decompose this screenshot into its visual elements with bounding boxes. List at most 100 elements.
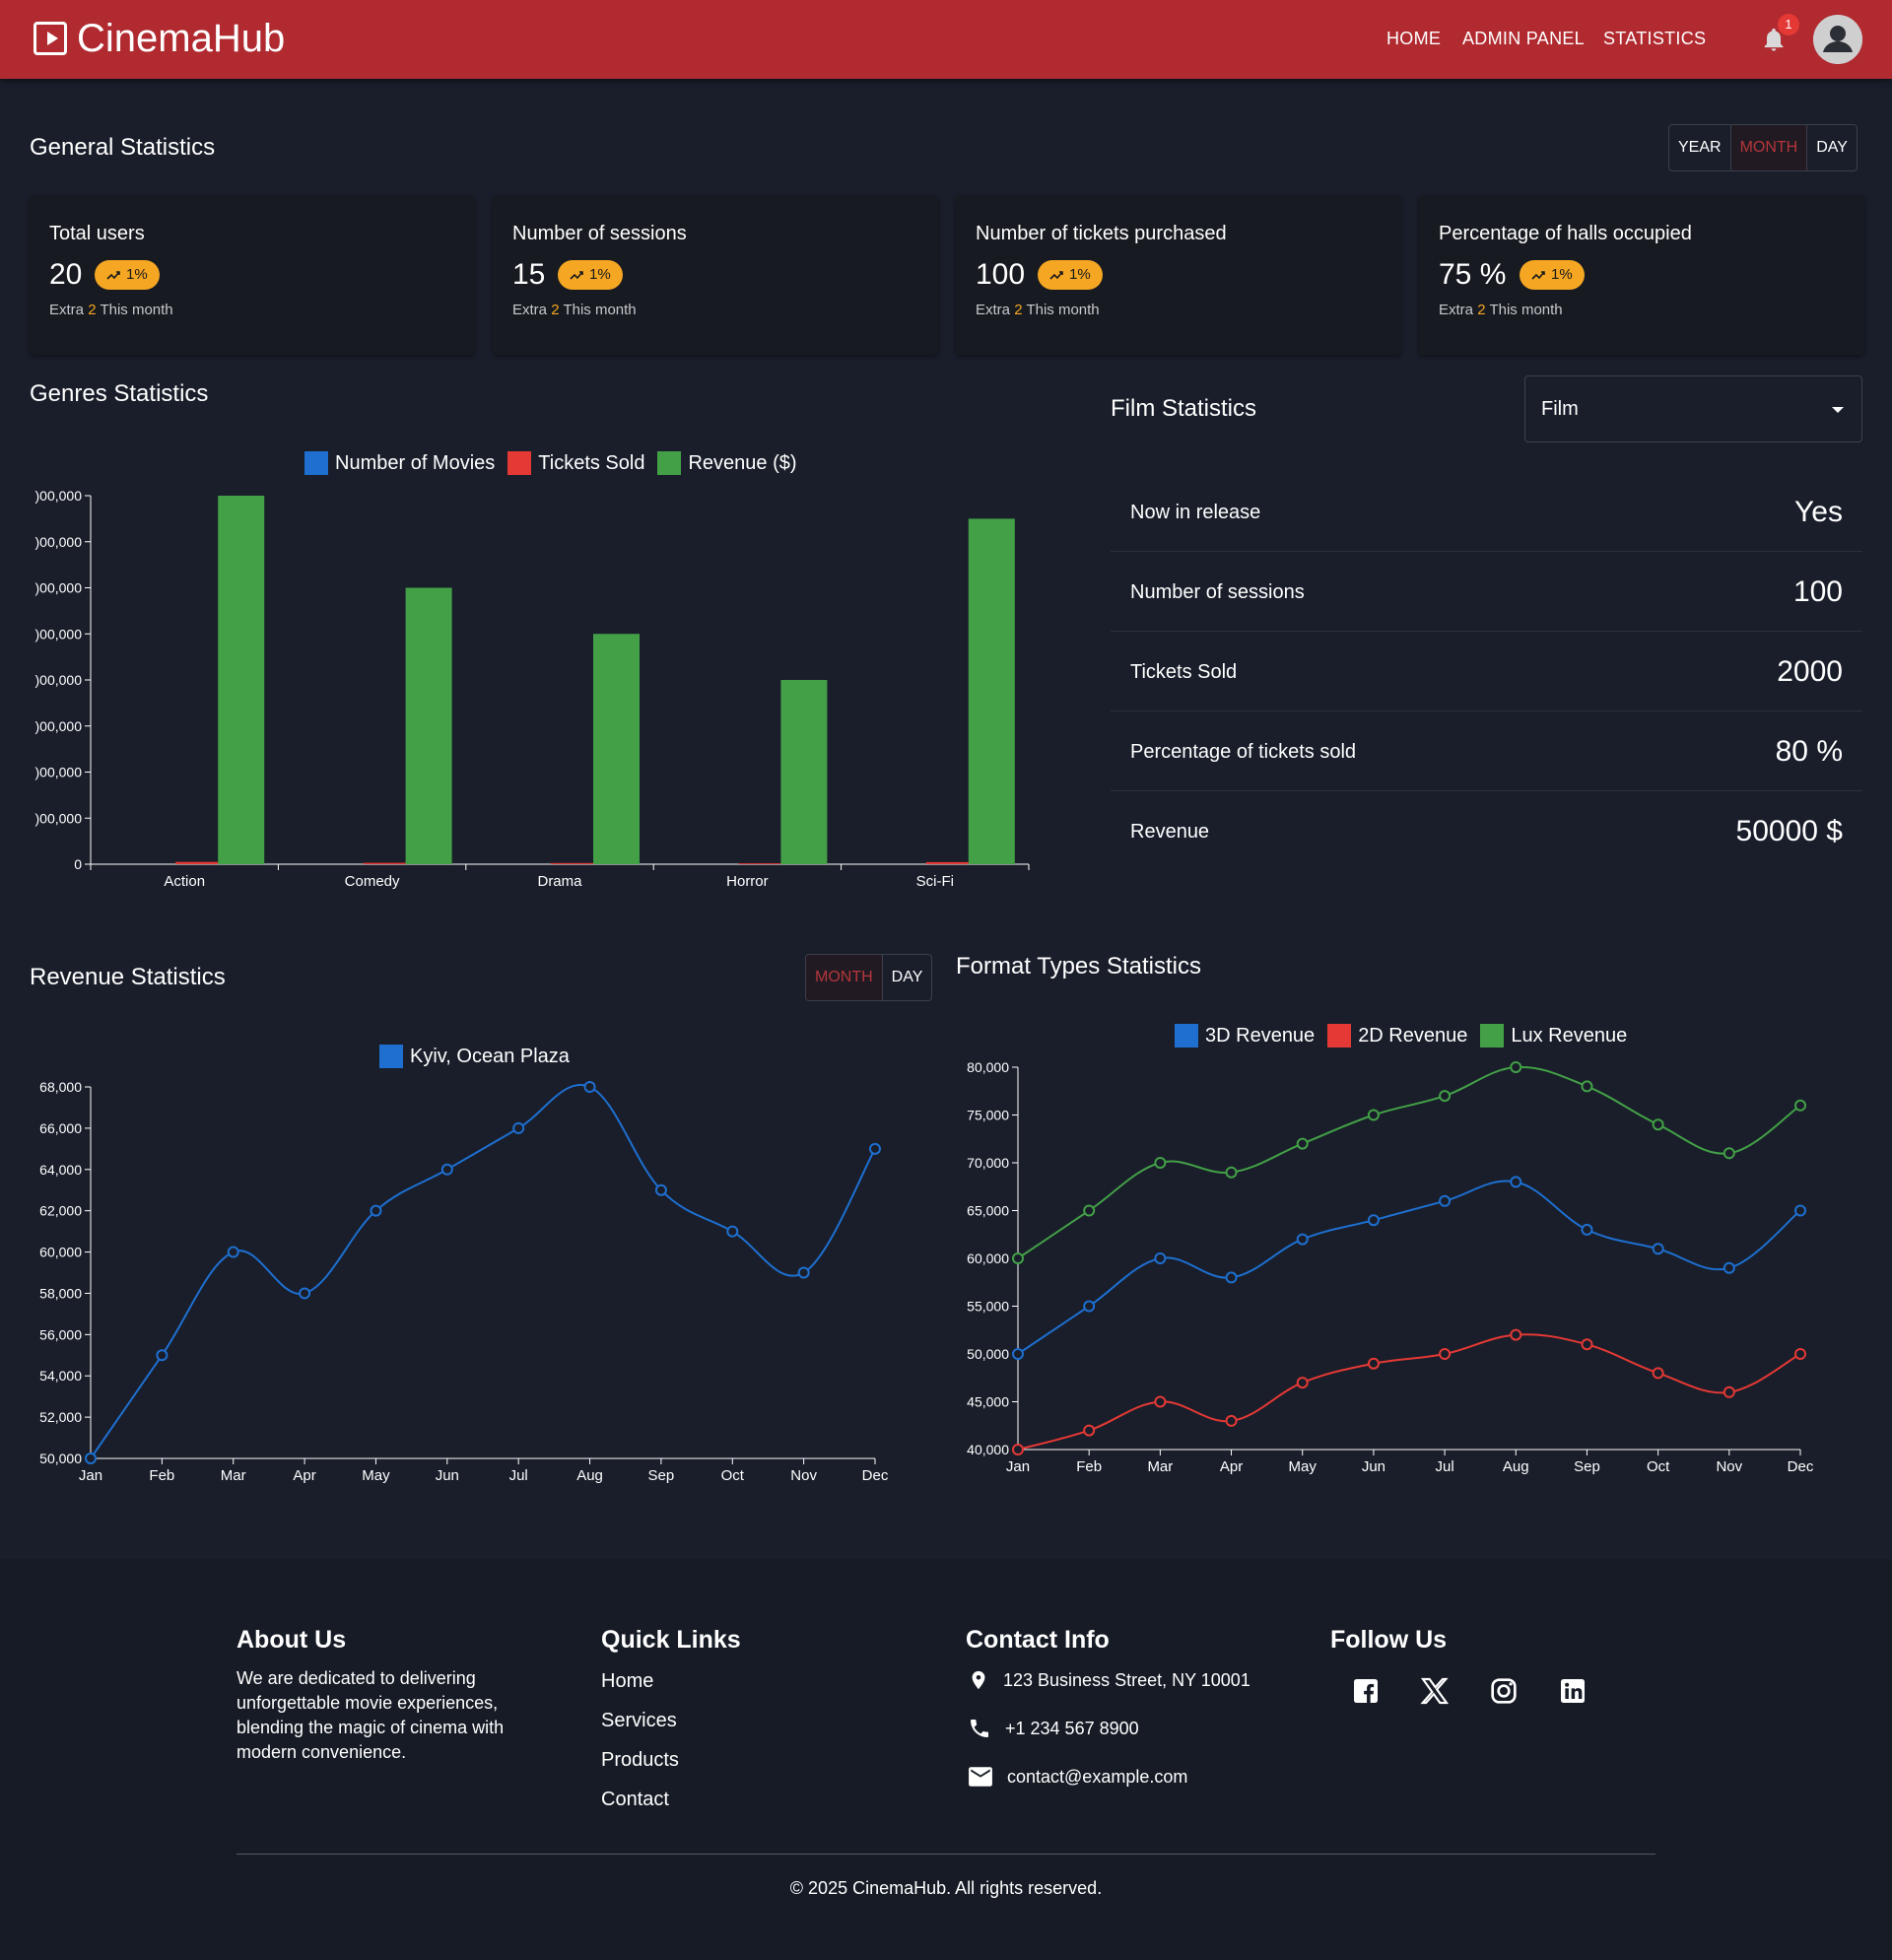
legend-item[interactable]: Tickets Sold	[507, 451, 644, 475]
data-point	[156, 1349, 169, 1362]
nav-admin-panel[interactable]: ADMIN PANEL	[1462, 29, 1585, 49]
x-tick-label: Mar	[1147, 1458, 1173, 1475]
y-tick-label: 75,000	[967, 1108, 1009, 1123]
card-sub-prefix: Extra	[976, 302, 1011, 318]
card-sub-prefix: Extra	[49, 302, 85, 318]
footer-link-home[interactable]: Home	[601, 1670, 653, 1693]
series-line-2d-revenue	[1017, 1333, 1801, 1451]
data-point	[299, 1287, 311, 1300]
card-sub-suffix: This month	[1026, 302, 1100, 318]
x-tick-label: Feb	[149, 1467, 174, 1484]
data-point	[1794, 1099, 1806, 1112]
data-point	[726, 1225, 739, 1238]
x-tick-label: Aug	[576, 1467, 603, 1484]
facebook-icon[interactable]	[1350, 1675, 1382, 1707]
y-tick-label: 68,000	[39, 1079, 82, 1095]
linkedin-icon[interactable]	[1557, 1675, 1588, 1707]
legend-label: Revenue ($)	[688, 451, 797, 474]
y-tick-label: 66,000	[39, 1120, 82, 1136]
y-tick-label: )00,000	[35, 718, 83, 734]
footer-email-text: contact@example.com	[1007, 1766, 1188, 1787]
data-point	[1652, 1243, 1664, 1255]
instagram-icon[interactable]	[1488, 1675, 1520, 1707]
film-row-release: Now in release Yes	[1111, 472, 1862, 552]
x-tick-label: Dec	[1788, 1458, 1814, 1475]
x-tick-label: Oct	[721, 1467, 745, 1484]
legend-label: Number of Movies	[335, 451, 496, 474]
legend-item[interactable]: Number of Movies	[304, 451, 495, 475]
footer-email[interactable]: contact@example.com	[968, 1766, 1187, 1788]
nav-home[interactable]: HOME	[1386, 29, 1441, 49]
film-row-value: 100	[1792, 575, 1843, 608]
y-tick-label: 60,000	[967, 1250, 1009, 1266]
notification-badge: 1	[1778, 14, 1799, 35]
data-point	[1581, 1223, 1593, 1236]
data-point	[85, 1453, 97, 1464]
film-row-tickets: Tickets Sold 2000	[1111, 632, 1862, 711]
legend-swatch	[657, 451, 682, 475]
bar-revenue-	[968, 518, 1015, 864]
card-sub-count: 2	[1014, 302, 1023, 318]
legend-item[interactable]: Revenue ($)	[657, 451, 797, 475]
revenue-period-toggle: MONTH DAY	[805, 954, 933, 1001]
period-year-button[interactable]: YEAR	[1669, 125, 1731, 170]
legend-swatch	[304, 451, 328, 475]
x-icon[interactable]	[1419, 1675, 1451, 1707]
data-point	[654, 1183, 667, 1196]
dropdown-arrow-icon	[1832, 407, 1844, 413]
trend-chip-label: 1%	[589, 266, 611, 283]
footer-link-services[interactable]: Services	[601, 1710, 677, 1732]
bar-revenue-	[405, 587, 452, 864]
data-point	[1154, 1395, 1167, 1408]
nav-statistics[interactable]: STATISTICS	[1603, 29, 1706, 49]
x-tick-label: Jan	[1006, 1458, 1030, 1475]
card-title: Number of sessions	[512, 223, 687, 244]
card-sub-prefix: Extra	[512, 302, 548, 318]
data-point	[1367, 1214, 1380, 1227]
series-line-3d-revenue	[1017, 1180, 1801, 1355]
user-avatar[interactable]	[1813, 15, 1862, 64]
film-select-value: Film	[1541, 398, 1579, 420]
trend-chip: 1%	[1038, 260, 1103, 290]
y-tick-label: 55,000	[967, 1299, 1009, 1315]
film-select[interactable]: Film	[1524, 375, 1862, 442]
film-row-label: Tickets Sold	[1130, 661, 1238, 683]
x-tick-label: Aug	[1503, 1458, 1529, 1475]
y-tick-label: 50,000	[967, 1346, 1009, 1362]
data-point	[1367, 1109, 1380, 1121]
footer-phone[interactable]: +1 234 567 8900	[968, 1717, 1139, 1740]
data-point	[1652, 1118, 1664, 1131]
brand-logo[interactable]: CinemaHub	[34, 19, 285, 58]
legend-swatch	[507, 451, 532, 475]
y-tick-label: 64,000	[39, 1162, 82, 1178]
revenue-month-button[interactable]: MONTH	[806, 955, 883, 1000]
trending-up-icon	[570, 271, 583, 280]
period-day-button[interactable]: DAY	[1807, 125, 1857, 170]
footer-divider	[236, 1854, 1656, 1855]
data-point	[1296, 1233, 1309, 1246]
data-point	[1794, 1348, 1806, 1360]
footer-link-products[interactable]: Products	[601, 1749, 679, 1772]
x-tick-label: Mar	[221, 1467, 246, 1484]
y-tick-label: 70,000	[967, 1155, 1009, 1171]
film-row-label: Percentage of tickets sold	[1130, 741, 1357, 763]
footer-about-text: We are dedicated to delivering unforgett…	[236, 1668, 505, 1762]
format-statistics-title: Format Types Statistics	[956, 953, 1201, 980]
data-point	[1154, 1157, 1167, 1169]
data-point	[1510, 1061, 1522, 1073]
stat-card-total-users: Total users 20 1% Extra 2 This month	[30, 195, 475, 355]
card-sub-prefix: Extra	[1439, 302, 1474, 318]
x-tick-label: Jan	[79, 1467, 102, 1484]
x-tick-label: Apr	[293, 1467, 315, 1484]
y-tick-label: 65,000	[967, 1203, 1009, 1219]
bar-tickets-sold	[363, 862, 410, 864]
period-month-button[interactable]: MONTH	[1730, 125, 1808, 170]
x-tick-label: May	[362, 1467, 390, 1484]
revenue-day-button[interactable]: DAY	[883, 955, 932, 1000]
footer-contact-title: Contact Info	[966, 1626, 1110, 1654]
card-subtext: Extra 2 This month	[512, 302, 637, 318]
footer-link-contact[interactable]: Contact	[601, 1789, 669, 1811]
data-point	[1794, 1204, 1806, 1217]
data-point	[869, 1142, 881, 1155]
data-point	[1652, 1367, 1664, 1380]
